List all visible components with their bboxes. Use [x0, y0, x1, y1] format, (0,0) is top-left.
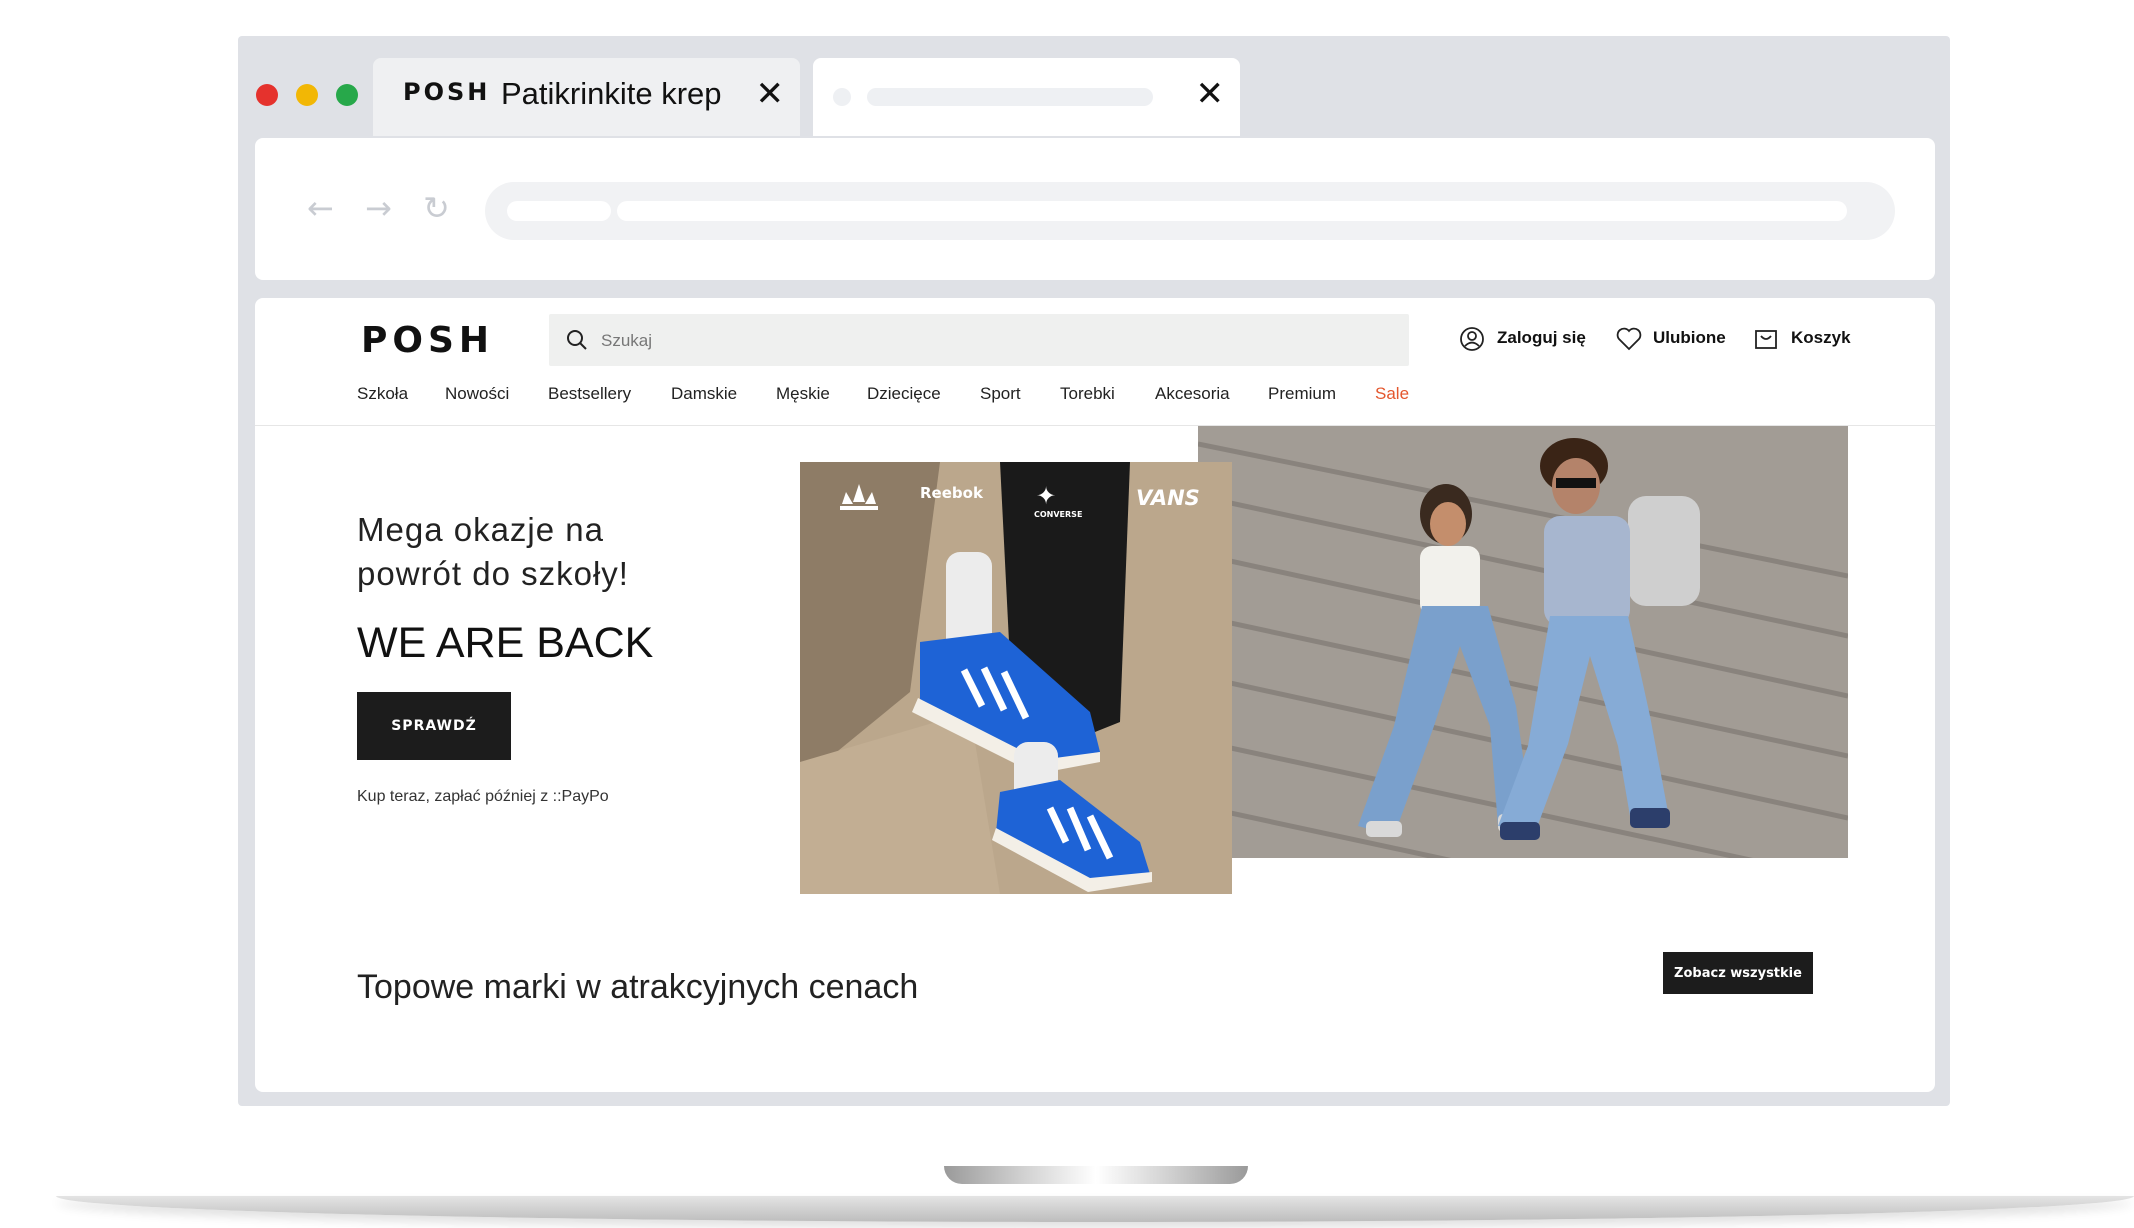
search-box[interactable] — [549, 314, 1409, 368]
see-all-button[interactable]: Zobacz wszystkie — [1663, 952, 1813, 994]
nav-item-sale[interactable]: Sale — [1375, 384, 1409, 404]
converse-logo: CONVERSE — [1034, 510, 1083, 519]
paypo-note: Kup teraz, zapłać później z ::PayPo — [357, 788, 609, 805]
nav-item-szkola[interactable]: Szkoła — [357, 384, 408, 404]
tab-close-icon[interactable]: ✕ — [756, 74, 785, 114]
heart-icon — [1616, 327, 1642, 351]
cart-icon — [1755, 330, 1777, 349]
sneakers-image — [800, 462, 1232, 894]
nav-item-bestsellery[interactable]: Bestsellery — [548, 384, 631, 404]
browser-window: POSH Patikrinkite krep ✕ ✕ ← → ↻ POSH Sz… — [238, 36, 1950, 1106]
nav-item-sport[interactable]: Sport — [980, 384, 1021, 404]
tab-favicon-placeholder — [833, 88, 851, 106]
browser-tab-active[interactable]: POSH Patikrinkite krep ✕ — [373, 58, 800, 136]
hero-photo-teens[interactable] — [1198, 426, 1848, 858]
cart-label: Koszyk — [1791, 328, 1851, 347]
nav-item-damskie[interactable]: Damskie — [671, 384, 737, 404]
back-arrow-icon[interactable]: ← — [307, 190, 334, 226]
nav-item-akcesoria[interactable]: Akcesoria — [1155, 384, 1230, 404]
teens-on-steps-image — [1198, 426, 1848, 858]
tab-close-icon[interactable]: ✕ — [1196, 74, 1225, 114]
nav-item-dzieciece[interactable]: Dziecięce — [867, 384, 941, 404]
forward-arrow-icon[interactable]: → — [365, 190, 392, 226]
search-icon — [567, 330, 587, 350]
converse-star-icon: ✦ — [1036, 482, 1057, 510]
tab-favicon-logo: POSH — [403, 78, 491, 106]
hero-check-button[interactable]: SPRAWDŹ — [357, 692, 511, 760]
browser-tab-inactive[interactable]: ✕ — [813, 58, 1240, 136]
nav-item-nowosci[interactable]: Nowości — [445, 384, 509, 404]
reebok-logo: Reebok — [920, 484, 983, 502]
search-input[interactable] — [599, 314, 1383, 368]
address-placeholder-short — [507, 201, 611, 221]
favorites-label: Ulubione — [1653, 328, 1726, 347]
nav-item-torebki[interactable]: Torebki — [1060, 384, 1115, 404]
nav-item-premium[interactable]: Premium — [1268, 384, 1336, 404]
address-bar[interactable] — [485, 182, 1895, 240]
web-page: POSH Zaloguj się Ulubione — [255, 298, 1935, 1092]
hero-title: WE ARE BACK — [357, 619, 654, 667]
nav-item-meskie[interactable]: Męskie — [776, 384, 830, 404]
tab-title: Patikrinkite krep — [501, 76, 721, 111]
reload-icon[interactable]: ↻ — [423, 190, 450, 226]
maximize-window-dot[interactable] — [336, 84, 358, 106]
minimize-window-dot[interactable] — [296, 84, 318, 106]
login-label: Zaloguj się — [1497, 328, 1586, 347]
vans-logo: VANS — [1136, 486, 1200, 510]
address-placeholder-long — [617, 201, 1847, 221]
adidas-logo-icon — [840, 484, 878, 510]
user-icon — [1460, 327, 1484, 351]
tab-title-placeholder — [867, 88, 1153, 106]
section-title: Topowe marki w atrakcyjnych cenach — [357, 968, 919, 1006]
laptop-base — [56, 1196, 2134, 1222]
site-logo[interactable]: POSH — [361, 320, 494, 361]
hero-subtitle: Mega okazje na powrót do szkoły! — [357, 511, 629, 592]
browser-toolbar: ← → ↻ — [255, 138, 1935, 280]
hero-photo-sneakers[interactable]: Reebok ✦ CONVERSE VANS — [800, 462, 1232, 894]
close-window-dot[interactable] — [256, 84, 278, 106]
laptop-notch — [944, 1166, 1248, 1184]
